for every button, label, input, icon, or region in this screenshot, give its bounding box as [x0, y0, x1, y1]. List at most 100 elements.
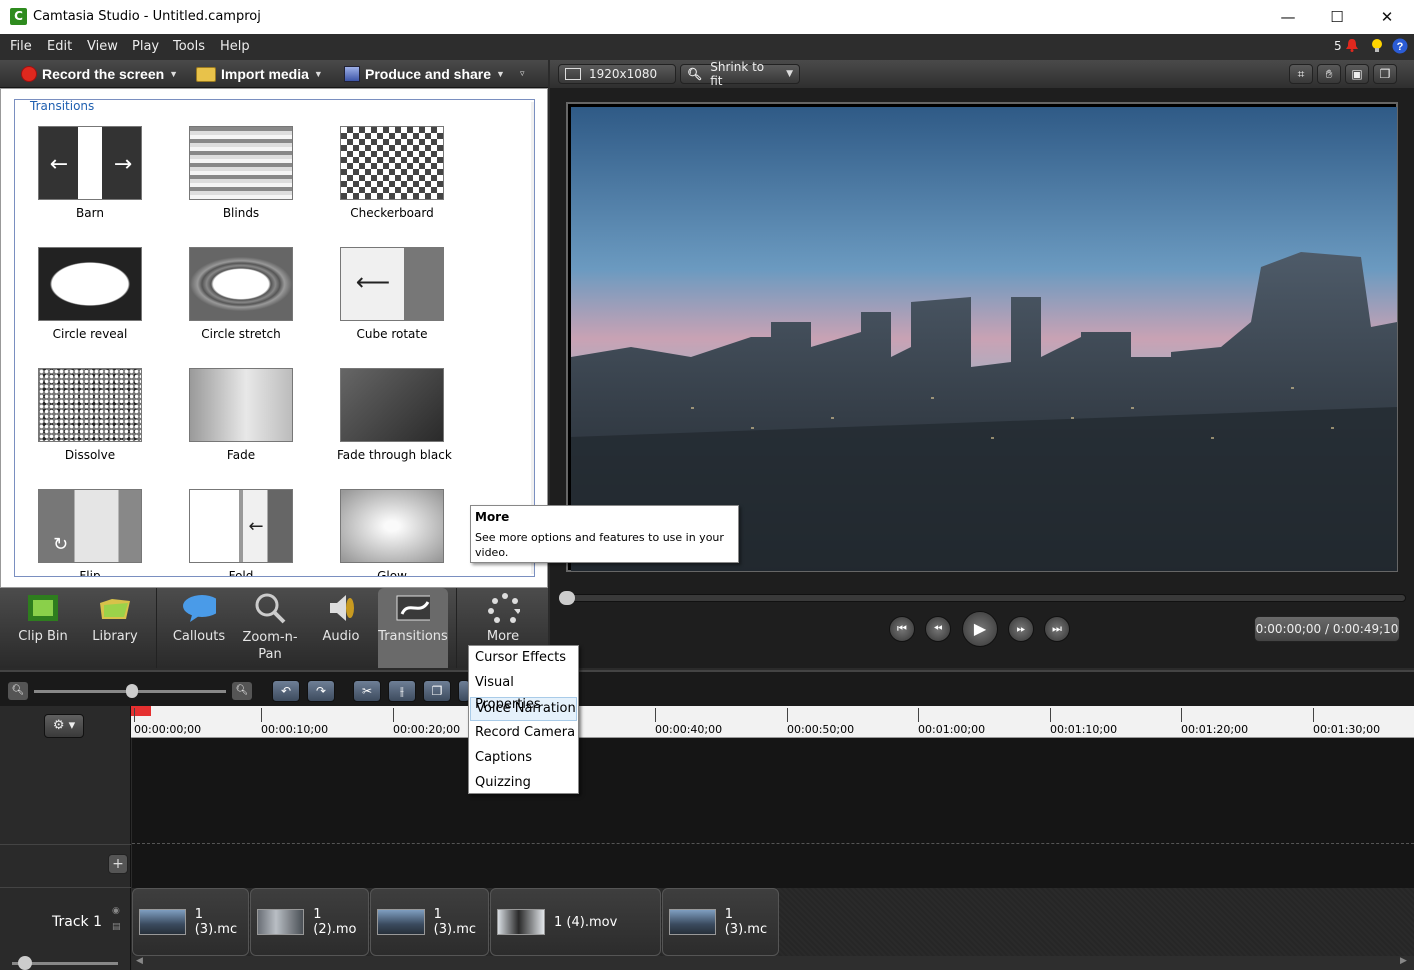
add-track-button[interactable]: + [108, 854, 128, 874]
fade-thumbnail [189, 368, 293, 442]
tooltip-body: See more options and features to use in … [475, 531, 724, 559]
menu-item-captions[interactable]: Captions [470, 747, 577, 771]
zoom-dropdown[interactable]: 🔍︎ Shrink to fit ▼ [680, 60, 800, 88]
timeline-settings-button[interactable]: ⚙ ▾ [44, 714, 84, 738]
menu-view[interactable]: View [87, 39, 118, 54]
scroll-left-icon[interactable]: ◀ [136, 956, 143, 966]
menu-edit[interactable]: Edit [47, 39, 72, 54]
transitions-scrollbar[interactable]: ▲ ▼ [531, 102, 535, 574]
preview-panel: 1920x1080 🔍︎ Shrink to fit ▼ ⌗ ✋︎ ▣ ❐ ⏮︎… [550, 60, 1414, 668]
lightbulb-icon[interactable] [1370, 38, 1384, 54]
record-screen-button[interactable]: Record the screen ▼ [21, 65, 178, 83]
minimize-button[interactable]: — [1265, 0, 1311, 34]
svg-text:←: ← [50, 152, 68, 177]
zoom-in-icon[interactable]: 🔍︎ [232, 682, 252, 700]
media-clip[interactable]: 1 (3).mc [132, 888, 249, 956]
crop-button[interactable]: ⌗ [1289, 64, 1313, 84]
media-clip[interactable]: 1 (2).mo [250, 888, 369, 956]
menu-tools[interactable]: Tools [173, 39, 205, 54]
clip-thumbnail [669, 909, 716, 935]
notification-count[interactable]: 5 [1334, 39, 1342, 53]
clip-label: 1 (2).mo [313, 907, 357, 937]
cut-button[interactable]: ✂ [353, 680, 381, 702]
undo-button[interactable]: ↶ [272, 680, 300, 702]
tab-audio[interactable]: Audio [306, 588, 376, 668]
media-clip[interactable]: 1 (3).mc [662, 888, 779, 956]
menu-item-quizzing[interactable]: Quizzing [470, 772, 577, 796]
copy-button[interactable]: ❐ [423, 680, 451, 702]
menu-item-record-camera[interactable]: Record Camera [470, 722, 577, 746]
skip-to-end-button[interactable]: ⏭︎ [1044, 616, 1070, 642]
scrollbar-thumb[interactable] [534, 120, 535, 290]
transition-fold[interactable]: ← Fold [186, 489, 296, 576]
transition-glow[interactable]: Glow [337, 489, 447, 576]
import-media-button[interactable]: Import media ▼ [196, 65, 323, 83]
zoom-slider-knob[interactable] [126, 684, 138, 698]
media-clip[interactable]: 1 (4).mov [490, 888, 661, 956]
transition-circle-stretch[interactable]: Circle stretch [186, 247, 296, 341]
help-icon[interactable]: ? [1392, 38, 1408, 54]
transition-checkerboard[interactable]: Checkerboard [337, 126, 447, 220]
transition-fade[interactable]: Fade [186, 368, 296, 462]
split-button[interactable]: ⫲ [388, 680, 416, 702]
preview-canvas[interactable] [566, 102, 1398, 572]
detach-button[interactable]: ❐ [1373, 64, 1397, 84]
menu-play[interactable]: Play [132, 39, 159, 54]
transition-cube-rotate[interactable]: ⟵ Cube rotate [337, 247, 447, 341]
svg-text:⟵: ⟵ [356, 268, 390, 296]
zoom-out-icon[interactable]: 🔍︎ [8, 682, 28, 700]
toolbar-overflow-icon[interactable]: ▿ [520, 69, 525, 79]
zoom-label: Shrink to fit [710, 60, 765, 88]
scroll-right-icon[interactable]: ▶ [1400, 956, 1407, 966]
timeline-ruler[interactable]: 00:00:00;00 00:00:10;00 00:00:20;00 00:0… [131, 706, 1414, 738]
track-height-knob[interactable] [18, 956, 32, 970]
menu-item-cursor-effects[interactable]: Cursor Effects [470, 647, 577, 671]
track-separator [132, 843, 1414, 844]
ruler-label: 00:00:00;00 [134, 723, 202, 736]
tab-clip-bin[interactable]: Clip Bin [8, 588, 78, 668]
redo-icon: ↷ [315, 684, 327, 698]
tab-callouts[interactable]: Callouts [164, 588, 234, 668]
close-button[interactable]: ✕ [1364, 0, 1410, 34]
ruler-label: 00:00:50;00 [787, 723, 855, 736]
ruler-label: 00:00:20;00 [393, 723, 461, 736]
transition-dissolve[interactable]: Dissolve [35, 368, 145, 462]
transition-barn[interactable]: ← → Barn [35, 126, 145, 220]
tile-label: Fade [226, 448, 256, 462]
tab-zoom-n-pan[interactable]: Zoom-n-Pan [236, 588, 304, 668]
fast-forward-button[interactable]: ⏩︎ [1008, 616, 1034, 642]
tab-library[interactable]: Library [80, 588, 150, 668]
produce-share-button[interactable]: Produce and share ▼ [344, 65, 505, 83]
preview-toolbar: 1920x1080 🔍︎ Shrink to fit ▼ ⌗ ✋︎ ▣ ❐ [550, 60, 1414, 88]
transition-blinds[interactable]: Blinds [186, 126, 296, 220]
skip-to-start-button[interactable]: ⏮︎ [889, 616, 915, 642]
svg-text:↻: ↻ [53, 534, 68, 555]
menu-item-visual-properties[interactable]: Visual Properties [470, 672, 577, 712]
menu-item-voice-narration[interactable]: Voice Narration [470, 697, 577, 721]
timeline-horizontal-scrollbar[interactable]: ◀ ▶ [132, 956, 1414, 970]
transition-flip[interactable]: ↻ Flip [35, 489, 145, 576]
eye-icon[interactable]: ◉ [112, 906, 120, 916]
tile-label: Checkerboard [350, 206, 434, 220]
redo-button[interactable]: ↷ [307, 680, 335, 702]
transition-fade-through-black[interactable]: Fade through black [337, 368, 452, 462]
pan-button[interactable]: ✋︎ [1317, 64, 1341, 84]
scrub-bar[interactable] [559, 591, 1406, 605]
rewind-button[interactable]: ⏪︎ [925, 616, 951, 642]
media-clip[interactable]: 1 (3).mc [370, 888, 489, 956]
bell-icon[interactable] [1345, 38, 1359, 52]
fullscreen-button[interactable]: ▣ [1345, 64, 1369, 84]
track-1-row[interactable]: 1 (3).mc 1 (2).mo 1 (3).mc 1 (4).mov 1 (… [132, 888, 1414, 956]
tile-label: Blinds [222, 206, 260, 220]
maximize-button[interactable]: ☐ [1314, 0, 1360, 34]
timeline-canvas[interactable] [132, 738, 1414, 888]
resolution-button[interactable]: 1920x1080 [558, 64, 676, 84]
lock-icon[interactable]: ▤ [112, 922, 121, 932]
menu-help[interactable]: Help [220, 39, 250, 54]
menu-file[interactable]: File [10, 39, 32, 54]
transitions-group-label: Transitions [27, 100, 98, 113]
playhead-knob[interactable] [559, 591, 575, 605]
transition-circle-reveal[interactable]: Circle reveal [35, 247, 145, 341]
tab-transitions[interactable]: Transitions [378, 588, 448, 668]
play-button[interactable]: ▶ [962, 611, 998, 647]
